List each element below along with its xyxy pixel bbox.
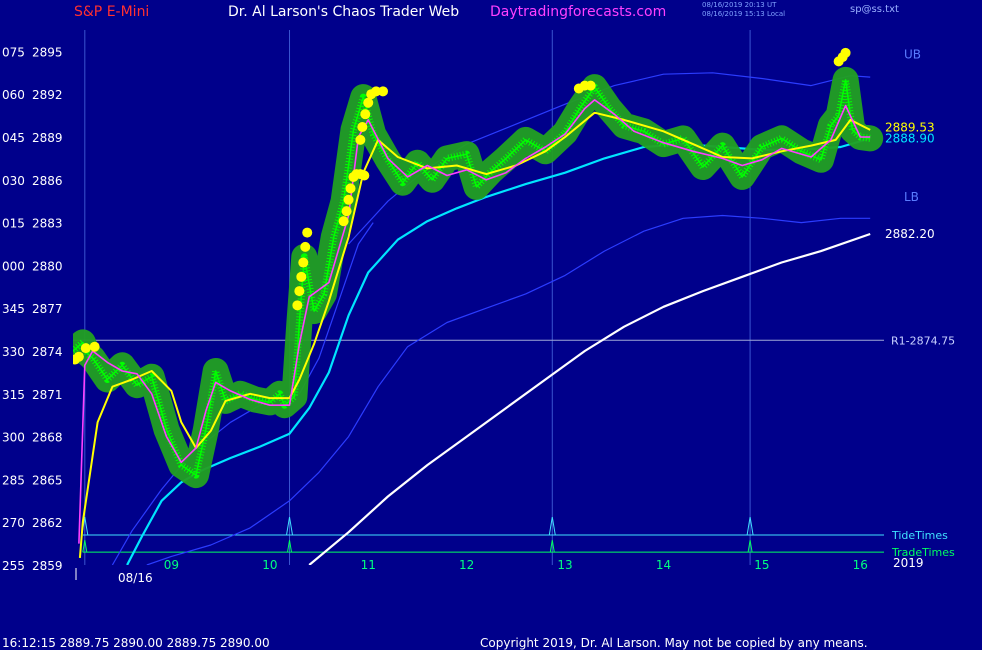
copyright-notice: Copyright 2019, Dr. Al Larson. May not b… [480, 636, 868, 650]
marker-dot [345, 183, 356, 194]
y-tick-price-2895: 2895 [32, 45, 63, 59]
marker-dot [80, 343, 91, 354]
marker-dot [341, 206, 352, 217]
series-cyan-ma [126, 137, 871, 565]
y-tick-degree-330: 330 [2, 345, 25, 359]
marker-dot [300, 241, 311, 252]
y-tick-degree-300: 300 [2, 431, 25, 445]
y-tick-price-2862: 2862 [32, 516, 63, 530]
timing-line-label-0: TideTimes [891, 529, 948, 542]
y-tick-degree-345: 345 [2, 302, 25, 316]
marker-dot [89, 341, 100, 352]
x-tick-10: 10 [262, 558, 277, 572]
marker-dot [355, 134, 366, 145]
y-tick-degree-255: 255 [2, 559, 25, 573]
x-tick-12: 12 [459, 558, 474, 572]
x-tick-11: 11 [361, 558, 376, 572]
series-white-ma [308, 232, 871, 565]
y-tick-degree-015: 015 [2, 217, 25, 231]
last-quote: 16:12:15 2889.75 2890.00 2889.75 2890.00 [2, 636, 270, 650]
marker-dot [378, 86, 389, 97]
marker-dot [338, 216, 349, 227]
marker-dot [360, 109, 371, 120]
year-label: 2019 [893, 556, 924, 570]
y-tick-degree-000: 000 [2, 259, 25, 273]
y-tick-degree-315: 315 [2, 388, 25, 402]
y-tick-price-2871: 2871 [32, 388, 63, 402]
y-tick-price-2889: 2889 [32, 131, 63, 145]
marker-dot [294, 286, 305, 297]
series-price [73, 79, 871, 476]
y-tick-degree-045: 045 [2, 131, 25, 145]
y-tick-price-2868: 2868 [32, 431, 63, 445]
y-tick-degree-075: 075 [2, 45, 25, 59]
last-value-label-2: 2882.20 [885, 227, 935, 241]
marker-dot [357, 122, 368, 133]
y-tick-price-2859: 2859 [32, 559, 63, 573]
marker-dot [296, 271, 307, 282]
marker-dot [292, 300, 303, 311]
marker-dot [343, 194, 354, 205]
marker-dot [302, 227, 313, 238]
x-tick-14: 14 [656, 558, 671, 572]
x-tick-16: 16 [853, 558, 868, 572]
marker-dot [73, 351, 84, 362]
price-glow [73, 66, 884, 489]
y-tick-price-2886: 2886 [32, 174, 63, 188]
y-tick-degree-270: 270 [2, 516, 25, 530]
y-tick-degree-030: 030 [2, 174, 25, 188]
y-tick-price-2883: 2883 [32, 217, 63, 231]
marker-dot [363, 97, 374, 108]
marker-dot [840, 47, 851, 58]
date-label: 08/16 [118, 571, 153, 585]
x-tick-13: 13 [557, 558, 572, 572]
price-ticks [73, 76, 871, 479]
y-tick-degree-285: 285 [2, 473, 25, 487]
marker-dot [359, 170, 370, 181]
last-value-label-1: 2888.90 [885, 131, 935, 145]
x-tick-15: 15 [754, 558, 769, 572]
y-tick-price-2865: 2865 [32, 473, 63, 487]
y-tick-price-2874: 2874 [32, 345, 63, 359]
marker-dot [298, 257, 309, 268]
y-tick-degree-060: 060 [2, 88, 25, 102]
y-tick-price-2877: 2877 [32, 302, 63, 316]
band-label-ub: UB [904, 48, 921, 62]
marker-dot [585, 80, 596, 91]
y-tick-price-2880: 2880 [32, 259, 63, 273]
band-label-lb: LB [904, 190, 919, 204]
y-tick-price-2892: 2892 [32, 88, 63, 102]
x-tick-09: 09 [164, 558, 179, 572]
price-chart: R1-2874.75TideTimesTradeTimesUBLB2889.53… [2, 30, 955, 585]
reference-line-label-0: R1-2874.75 [891, 334, 955, 347]
